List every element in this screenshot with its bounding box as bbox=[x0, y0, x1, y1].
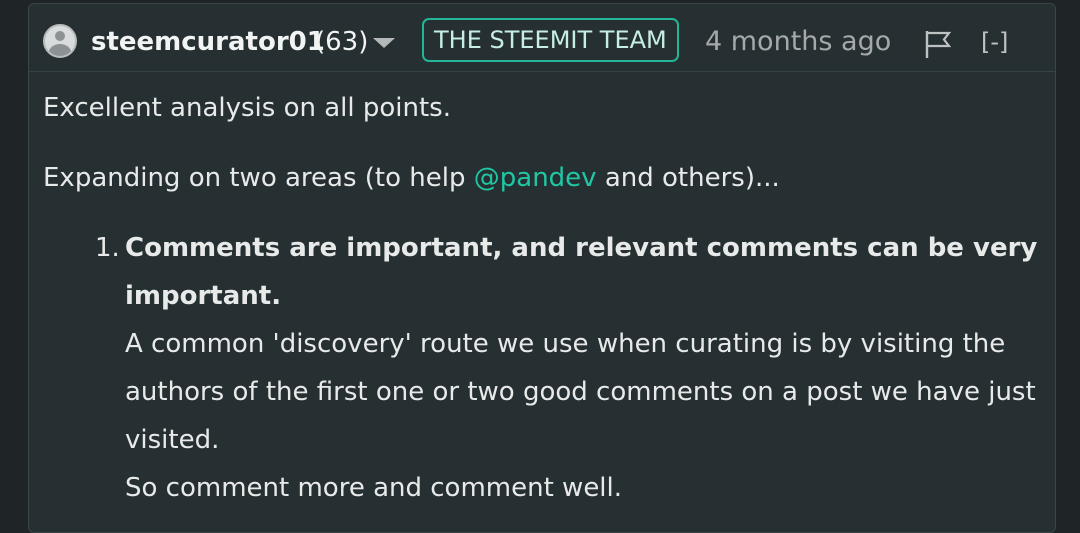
mention-link[interactable]: @pandev bbox=[474, 163, 597, 193]
avatar-body-shape bbox=[49, 44, 71, 56]
comment-header: steemcurator01 (63) THE STEEMIT TEAM 4 m… bbox=[29, 4, 1055, 72]
list-item-line: A common 'discovery' route we use when c… bbox=[125, 329, 1036, 455]
list-item-heading: Comments are important, and relevant com… bbox=[125, 233, 1038, 311]
author-name-link[interactable]: steemcurator01 bbox=[91, 26, 325, 58]
paragraph-2-after: and others)... bbox=[596, 163, 780, 193]
caret-down-icon[interactable] bbox=[373, 38, 395, 48]
paragraph-1: Excellent analysis on all points. bbox=[43, 93, 451, 123]
timestamp-link[interactable]: 4 months ago bbox=[705, 25, 891, 59]
flag-icon[interactable] bbox=[924, 29, 952, 59]
list-item-line: So comment more and comment well. bbox=[125, 473, 623, 503]
collapse-toggle[interactable]: [-] bbox=[981, 26, 1008, 58]
list-item: 1. Comments are important, and relevant … bbox=[43, 224, 1043, 512]
paragraph-2-before: Expanding on two areas (to help bbox=[43, 163, 474, 193]
comment-card: steemcurator01 (63) THE STEEMIT TEAM 4 m… bbox=[28, 3, 1056, 533]
paragraph-2: Expanding on two areas (to help @pandev … bbox=[43, 154, 1043, 202]
author-reputation: (63) bbox=[315, 27, 369, 57]
list-item-number: 1. bbox=[95, 233, 120, 263]
avatar-head-shape bbox=[55, 31, 65, 41]
avatar-placeholder-icon[interactable] bbox=[43, 24, 77, 58]
comment-body: Excellent analysis on all points. Expand… bbox=[43, 84, 1043, 512]
team-badge: THE STEEMIT TEAM bbox=[422, 18, 679, 62]
numbered-list: 1. Comments are important, and relevant … bbox=[43, 224, 1043, 512]
